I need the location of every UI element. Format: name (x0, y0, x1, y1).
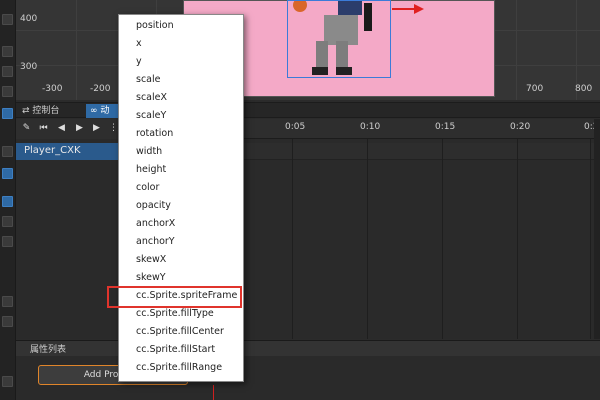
animation-icon: ∞ (90, 106, 98, 116)
add-property-menu: position x y scale scaleX scaleY rotatio… (118, 14, 244, 382)
tool-button[interactable] (2, 46, 13, 57)
menu-item-fill-start[interactable]: cc.Sprite.fillStart (119, 341, 243, 359)
grid-line (516, 0, 517, 100)
menu-item-color[interactable]: color (119, 179, 243, 197)
play-icon[interactable]: ▶ (75, 124, 84, 133)
tab-console-label: 控制台 (32, 106, 60, 116)
ruler-label-x: 800 (575, 84, 593, 94)
grid-line (76, 0, 77, 100)
time-tick-label: 0:15 (435, 122, 456, 132)
tool-button[interactable] (2, 196, 13, 207)
menu-item-scale[interactable]: scale (119, 71, 243, 89)
menu-item-rotation[interactable]: rotation (119, 125, 243, 143)
menu-item-scalex[interactable]: scaleX (119, 89, 243, 107)
tool-button[interactable] (2, 376, 13, 387)
tool-button[interactable] (2, 14, 13, 25)
ruler-label-y: 400 (20, 14, 38, 24)
edit-icon[interactable]: ✎ (22, 124, 31, 133)
tool-button[interactable] (2, 316, 13, 327)
properties-header (16, 340, 600, 356)
animation-toolbar: ✎ ⏮ ◀ ▶ ▶ ⋮ (16, 119, 118, 139)
properties-title: 属性列表 (30, 345, 67, 355)
timeline-tracks[interactable] (244, 139, 600, 339)
grid-line (367, 139, 368, 339)
time-ruler[interactable]: 0:05 0:10 0:15 0:20 0:25 (244, 119, 600, 139)
ruler-label-x: -300 (42, 84, 63, 94)
time-tick-label: 0:20 (510, 122, 531, 132)
menu-item-skewx[interactable]: skewX (119, 251, 243, 269)
grid-line (517, 139, 518, 339)
panel-tabs: ⇄ 控制台 ∞ 动 (16, 102, 600, 118)
menu-item-scaley[interactable]: scaleY (119, 107, 243, 125)
menu-item-x[interactable]: x (119, 35, 243, 53)
console-icon: ⇄ (22, 106, 30, 116)
arrow-right-icon[interactable] (414, 4, 424, 14)
menu-item-skewy[interactable]: skewY (119, 269, 243, 287)
selection-box[interactable] (287, 0, 391, 78)
scrollbar[interactable] (594, 119, 600, 339)
menu-item-anchory[interactable]: anchorY (119, 233, 243, 251)
menu-item-width[interactable]: width (119, 143, 243, 161)
next-frame-icon[interactable]: ▶ (92, 124, 101, 133)
grid-line (292, 139, 293, 339)
tool-button[interactable] (2, 236, 13, 247)
more-icon[interactable]: ⋮ (109, 124, 118, 133)
highlight-annotation (107, 286, 242, 308)
tool-button[interactable] (2, 146, 13, 157)
tab-animation-label: 动 (100, 106, 110, 116)
tool-button[interactable] (2, 216, 13, 227)
prev-frame-icon[interactable]: ◀ (57, 124, 66, 133)
menu-item-height[interactable]: height (119, 161, 243, 179)
ruler-label-x: 700 (526, 84, 544, 94)
tool-button[interactable] (2, 168, 13, 179)
menu-item-fill-range[interactable]: cc.Sprite.fillRange (119, 359, 243, 377)
tool-button[interactable] (2, 66, 13, 77)
tab-console[interactable]: ⇄ 控制台 (18, 104, 63, 118)
menu-item-anchorx[interactable]: anchorX (119, 215, 243, 233)
node-name: Player_CXK (24, 145, 81, 156)
left-tool-strip (0, 0, 16, 400)
menu-item-position[interactable]: position (119, 17, 243, 35)
move-gizmo-x-axis[interactable] (392, 8, 416, 10)
playhead[interactable] (213, 385, 214, 400)
tool-button[interactable] (2, 86, 13, 97)
track-row[interactable] (244, 143, 600, 160)
grid-line (590, 139, 591, 339)
tool-button[interactable] (2, 108, 13, 119)
grid-line (442, 139, 443, 339)
menu-item-y[interactable]: y (119, 53, 243, 71)
menu-item-opacity[interactable]: opacity (119, 197, 243, 215)
menu-item-fill-center[interactable]: cc.Sprite.fillCenter (119, 323, 243, 341)
ruler-label-y: 300 (20, 62, 38, 72)
time-tick-label: 0:10 (360, 122, 381, 132)
tool-button[interactable] (2, 296, 13, 307)
time-tick-label: 0:05 (285, 122, 306, 132)
first-frame-icon[interactable]: ⏮ (39, 124, 48, 133)
ruler-label-x: -200 (90, 84, 111, 94)
